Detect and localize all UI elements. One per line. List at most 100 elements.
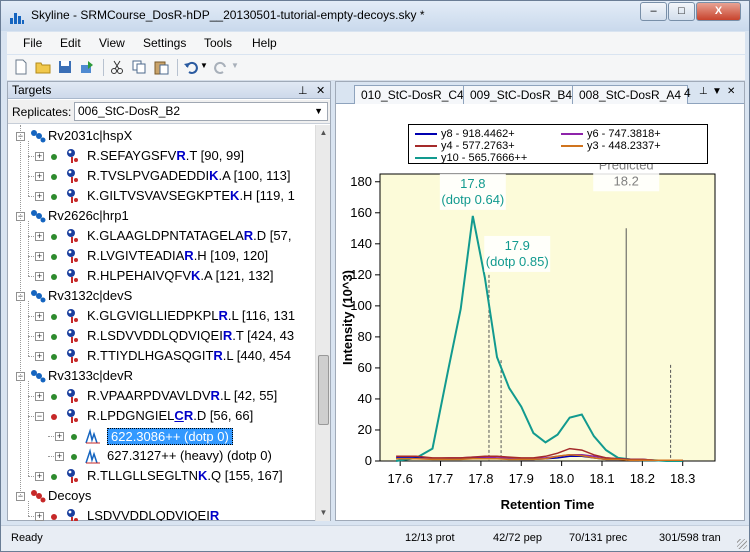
tab-010[interactable]: 010_StC-DosR_C4: [354, 85, 471, 104]
tree-connector: [28, 221, 29, 276]
menu-view[interactable]: View: [99, 36, 125, 50]
resize-grip-icon[interactable]: [737, 539, 747, 549]
targets-tree[interactable]: − Rv2031c|hspX + R.SEFAYGSFVR.T [90, 99] + R.…: [8, 125, 315, 521]
menu-help[interactable]: Help: [252, 36, 277, 50]
scroll-down-icon[interactable]: ▼: [316, 505, 331, 521]
peptide-row[interactable]: + R.TLLGLLSEGLTNK.Q [155, 167]: [8, 466, 315, 486]
expand-icon[interactable]: +: [35, 332, 44, 341]
protein-row[interactable]: − Rv2031c|hspX: [8, 126, 315, 146]
redo-icon[interactable]: [213, 59, 229, 75]
scroll-thumb[interactable]: [318, 355, 329, 425]
peptide-row[interactable]: + R.VPAARPDVAVLDVR.L [42, 55]: [8, 386, 315, 406]
close-button[interactable]: X: [696, 2, 741, 21]
menu-settings[interactable]: Settings: [143, 36, 186, 50]
pin-icon[interactable]: ⊥: [298, 83, 308, 99]
peptide-icon: [67, 469, 78, 483]
expand-icon[interactable]: +: [35, 272, 44, 281]
precursor-row[interactable]: +627.3127++ (heavy) (dotp 0): [8, 446, 315, 466]
menu-tools[interactable]: Tools: [204, 36, 232, 50]
tab-009[interactable]: 009_StC-DosR_B4: [463, 85, 580, 104]
legend-y4-text: y4 - 577.2763+: [441, 140, 515, 152]
expand-icon[interactable]: +: [35, 352, 44, 361]
tab-pin-icon[interactable]: ⊥: [699, 86, 708, 97]
expand-icon[interactable]: +: [35, 312, 44, 321]
tab-overflow-label[interactable]: 4: [684, 86, 691, 100]
peptide-row[interactable]: + R.TVSLPVGADEDDIK.A [100, 113]: [8, 166, 315, 186]
expand-icon[interactable]: +: [35, 172, 44, 181]
peptide-row[interactable]: + R.HLPEHAIVQFVK.A [121, 132]: [8, 266, 315, 286]
green-status-dot: [51, 314, 57, 320]
peptide-row[interactable]: + R.LSDVVDDLQDVIQEIR.T [424, 43: [8, 326, 315, 346]
peptide-row[interactable]: + R.TTIYDLHGASQGITR.L [440, 454: [8, 346, 315, 366]
tab-menu-icon[interactable]: ▼: [712, 86, 722, 97]
scroll-up-icon[interactable]: ▲: [316, 125, 331, 141]
tab-008[interactable]: 008_StC-DosR_A4: [572, 85, 689, 104]
redo-dropdown-icon[interactable]: ▼: [231, 61, 239, 70]
green-status-dot: [51, 254, 57, 260]
expand-icon[interactable]: +: [35, 152, 44, 161]
x-tick-label: 18.2: [630, 471, 655, 486]
minimize-button[interactable]: –: [640, 2, 667, 21]
green-status-dot: [71, 454, 77, 460]
peptide-row[interactable]: − R.LPDGNGIELCR.D [56, 66]: [8, 406, 315, 426]
legend-y8: y8 - 918.4462+: [415, 128, 515, 140]
chromatogram-chart[interactable]: 02040608010012014016018017.6 17.7 17.8 17.9…: [336, 104, 744, 520]
peptide-row[interactable]: + LSDVVDDLQDVIQEIR: [8, 506, 315, 521]
sequence-prefix: R.LSDVVDDLQDVIQEI: [87, 328, 223, 343]
undo-icon[interactable]: [183, 59, 199, 75]
copy-icon[interactable]: [131, 59, 147, 75]
protein-icon: [31, 130, 46, 143]
x-tick-label: 18.3: [670, 471, 695, 486]
peptide-row[interactable]: + R.LVGIVTEADIAR.H [109, 120]: [8, 246, 315, 266]
expand-icon[interactable]: +: [55, 452, 64, 461]
protein-row[interactable]: − Decoys: [8, 486, 315, 506]
precursor-peak-icon: [85, 428, 100, 444]
peptide-row[interactable]: + K.GILTVSVAVSEGKPTEK.H [119, 1: [8, 186, 315, 206]
peptide-sequence: R.SEFAYGSFVR.T [90, 99]: [87, 148, 244, 163]
collapse-icon[interactable]: −: [35, 412, 44, 421]
expand-icon[interactable]: +: [35, 252, 44, 261]
y-tick-label: 80: [358, 329, 372, 344]
protein-row[interactable]: − Rv3133c|devR: [8, 366, 315, 386]
integration-region: [380, 174, 715, 461]
undo-dropdown-icon[interactable]: ▼: [200, 61, 208, 70]
import-results-icon[interactable]: [79, 59, 95, 75]
expand-icon[interactable]: +: [55, 432, 64, 441]
expand-icon[interactable]: +: [35, 472, 44, 481]
menu-edit[interactable]: Edit: [60, 36, 81, 50]
sequence-suffix: .L [116, 131: [227, 308, 296, 323]
tab-close-icon[interactable]: ✕: [727, 86, 735, 97]
cleavage-residue: R: [209, 508, 220, 521]
expand-icon[interactable]: +: [35, 232, 44, 241]
protein-row[interactable]: − Rv2626c|hrp1: [8, 206, 315, 226]
cleavage-residue: R: [222, 328, 233, 343]
targets-scrollbar[interactable]: ▲ ▼: [315, 125, 330, 521]
sequence-suffix: .H [119, 1: [239, 188, 295, 203]
protein-row[interactable]: − Rv3132c|devS: [8, 286, 315, 306]
cut-icon[interactable]: [109, 59, 125, 75]
peptide-row[interactable]: + R.SEFAYGSFVR.T [90, 99]: [8, 146, 315, 166]
paste-icon[interactable]: [153, 59, 169, 75]
peptide-sequence: R.HLPEHAIVQFVK.A [121, 132]: [87, 268, 273, 283]
peptide-row[interactable]: + K.GLGVIGLLIEDPKPLR.L [116, 131: [8, 306, 315, 326]
replicates-dropdown[interactable]: 006_StC-DosR_B2 ▼: [74, 102, 328, 121]
menu-file[interactable]: File: [23, 36, 42, 50]
open-folder-icon[interactable]: [35, 59, 51, 75]
decoy-protein-icon: [31, 490, 46, 503]
peptide-row[interactable]: + K.GLAAGLDPNTATAGELAR.D [57,: [8, 226, 315, 246]
save-icon[interactable]: [57, 59, 73, 75]
x-tick-label: 17.6: [388, 471, 413, 486]
peptide-icon: [67, 269, 78, 283]
panel-close-icon[interactable]: ✕: [316, 83, 325, 99]
expand-icon[interactable]: +: [35, 192, 44, 201]
expand-icon[interactable]: +: [35, 392, 44, 401]
new-file-icon[interactable]: [13, 59, 29, 75]
maximize-button[interactable]: □: [668, 2, 695, 21]
sequence-prefix: R.LPDGNGIEL: [87, 408, 175, 423]
expand-icon[interactable]: +: [35, 512, 44, 521]
cleavage-residue: R: [213, 348, 223, 363]
sequence-prefix: K.GLAAGLDPNTATAGELA: [87, 228, 244, 243]
sequence-suffix: .A [121, 132]: [200, 268, 274, 283]
toolbar-separator: [103, 59, 104, 76]
precursor-row[interactable]: +622.3086++ (dotp 0): [8, 426, 315, 446]
